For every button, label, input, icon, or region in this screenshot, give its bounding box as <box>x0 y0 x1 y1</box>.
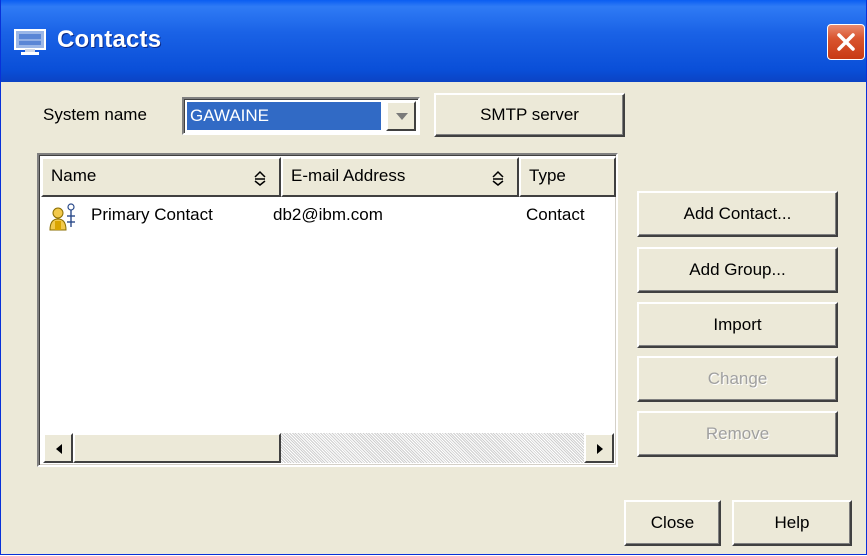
close-icon <box>837 33 855 51</box>
table-row[interactable]: Primary Contact db2@ibm.com Contact <box>41 197 616 233</box>
sort-updown-icon <box>254 170 266 186</box>
sort-updown-icon <box>492 170 504 186</box>
column-header-label: Type <box>529 166 566 185</box>
title-bar[interactable]: Contacts <box>1 0 866 82</box>
column-header-label: Name <box>51 166 97 185</box>
smtp-server-button[interactable]: SMTP server <box>434 93 625 137</box>
contacts-table[interactable]: Name E-mail Address Type Primary Contact… <box>37 153 618 467</box>
arrow-right-icon <box>597 444 603 454</box>
system-name-dropdown-button[interactable] <box>386 101 416 131</box>
system-name-label: System name <box>43 105 147 124</box>
column-header-label: E-mail Address <box>291 166 406 185</box>
contacts-window: Contacts System name GAWAINE SMTP server… <box>0 0 867 555</box>
add-contact-button[interactable]: Add Contact... <box>637 191 838 237</box>
contact-type: Contact <box>526 205 585 224</box>
column-header-type[interactable]: Type <box>519 157 616 197</box>
close-button[interactable]: Close <box>624 500 721 546</box>
add-group-button[interactable]: Add Group... <box>637 247 838 293</box>
scroll-right-button[interactable] <box>584 433 614 463</box>
column-header-name[interactable]: Name <box>41 157 281 197</box>
change-button[interactable]: Change <box>637 356 838 402</box>
close-window-button[interactable] <box>827 24 865 60</box>
monitor-icon <box>13 28 47 56</box>
table-header: Name E-mail Address Type <box>41 157 616 197</box>
scrollbar-thumb[interactable] <box>73 433 281 463</box>
remove-button[interactable]: Remove <box>637 411 838 457</box>
scroll-left-button[interactable] <box>43 433 73 463</box>
horizontal-scrollbar[interactable] <box>43 433 614 463</box>
arrow-left-icon <box>56 444 62 454</box>
window-title: Contacts <box>57 26 162 53</box>
help-button[interactable]: Help <box>732 500 852 546</box>
contact-name: Primary Contact <box>91 205 213 224</box>
system-name-value[interactable]: GAWAINE <box>187 102 381 130</box>
contact-person-icon <box>49 203 79 236</box>
column-header-email[interactable]: E-mail Address <box>281 157 519 197</box>
system-name-combobox[interactable]: GAWAINE <box>182 97 420 135</box>
contact-email: db2@ibm.com <box>273 205 383 224</box>
chevron-down-icon <box>396 113 408 120</box>
import-button[interactable]: Import <box>637 302 838 348</box>
